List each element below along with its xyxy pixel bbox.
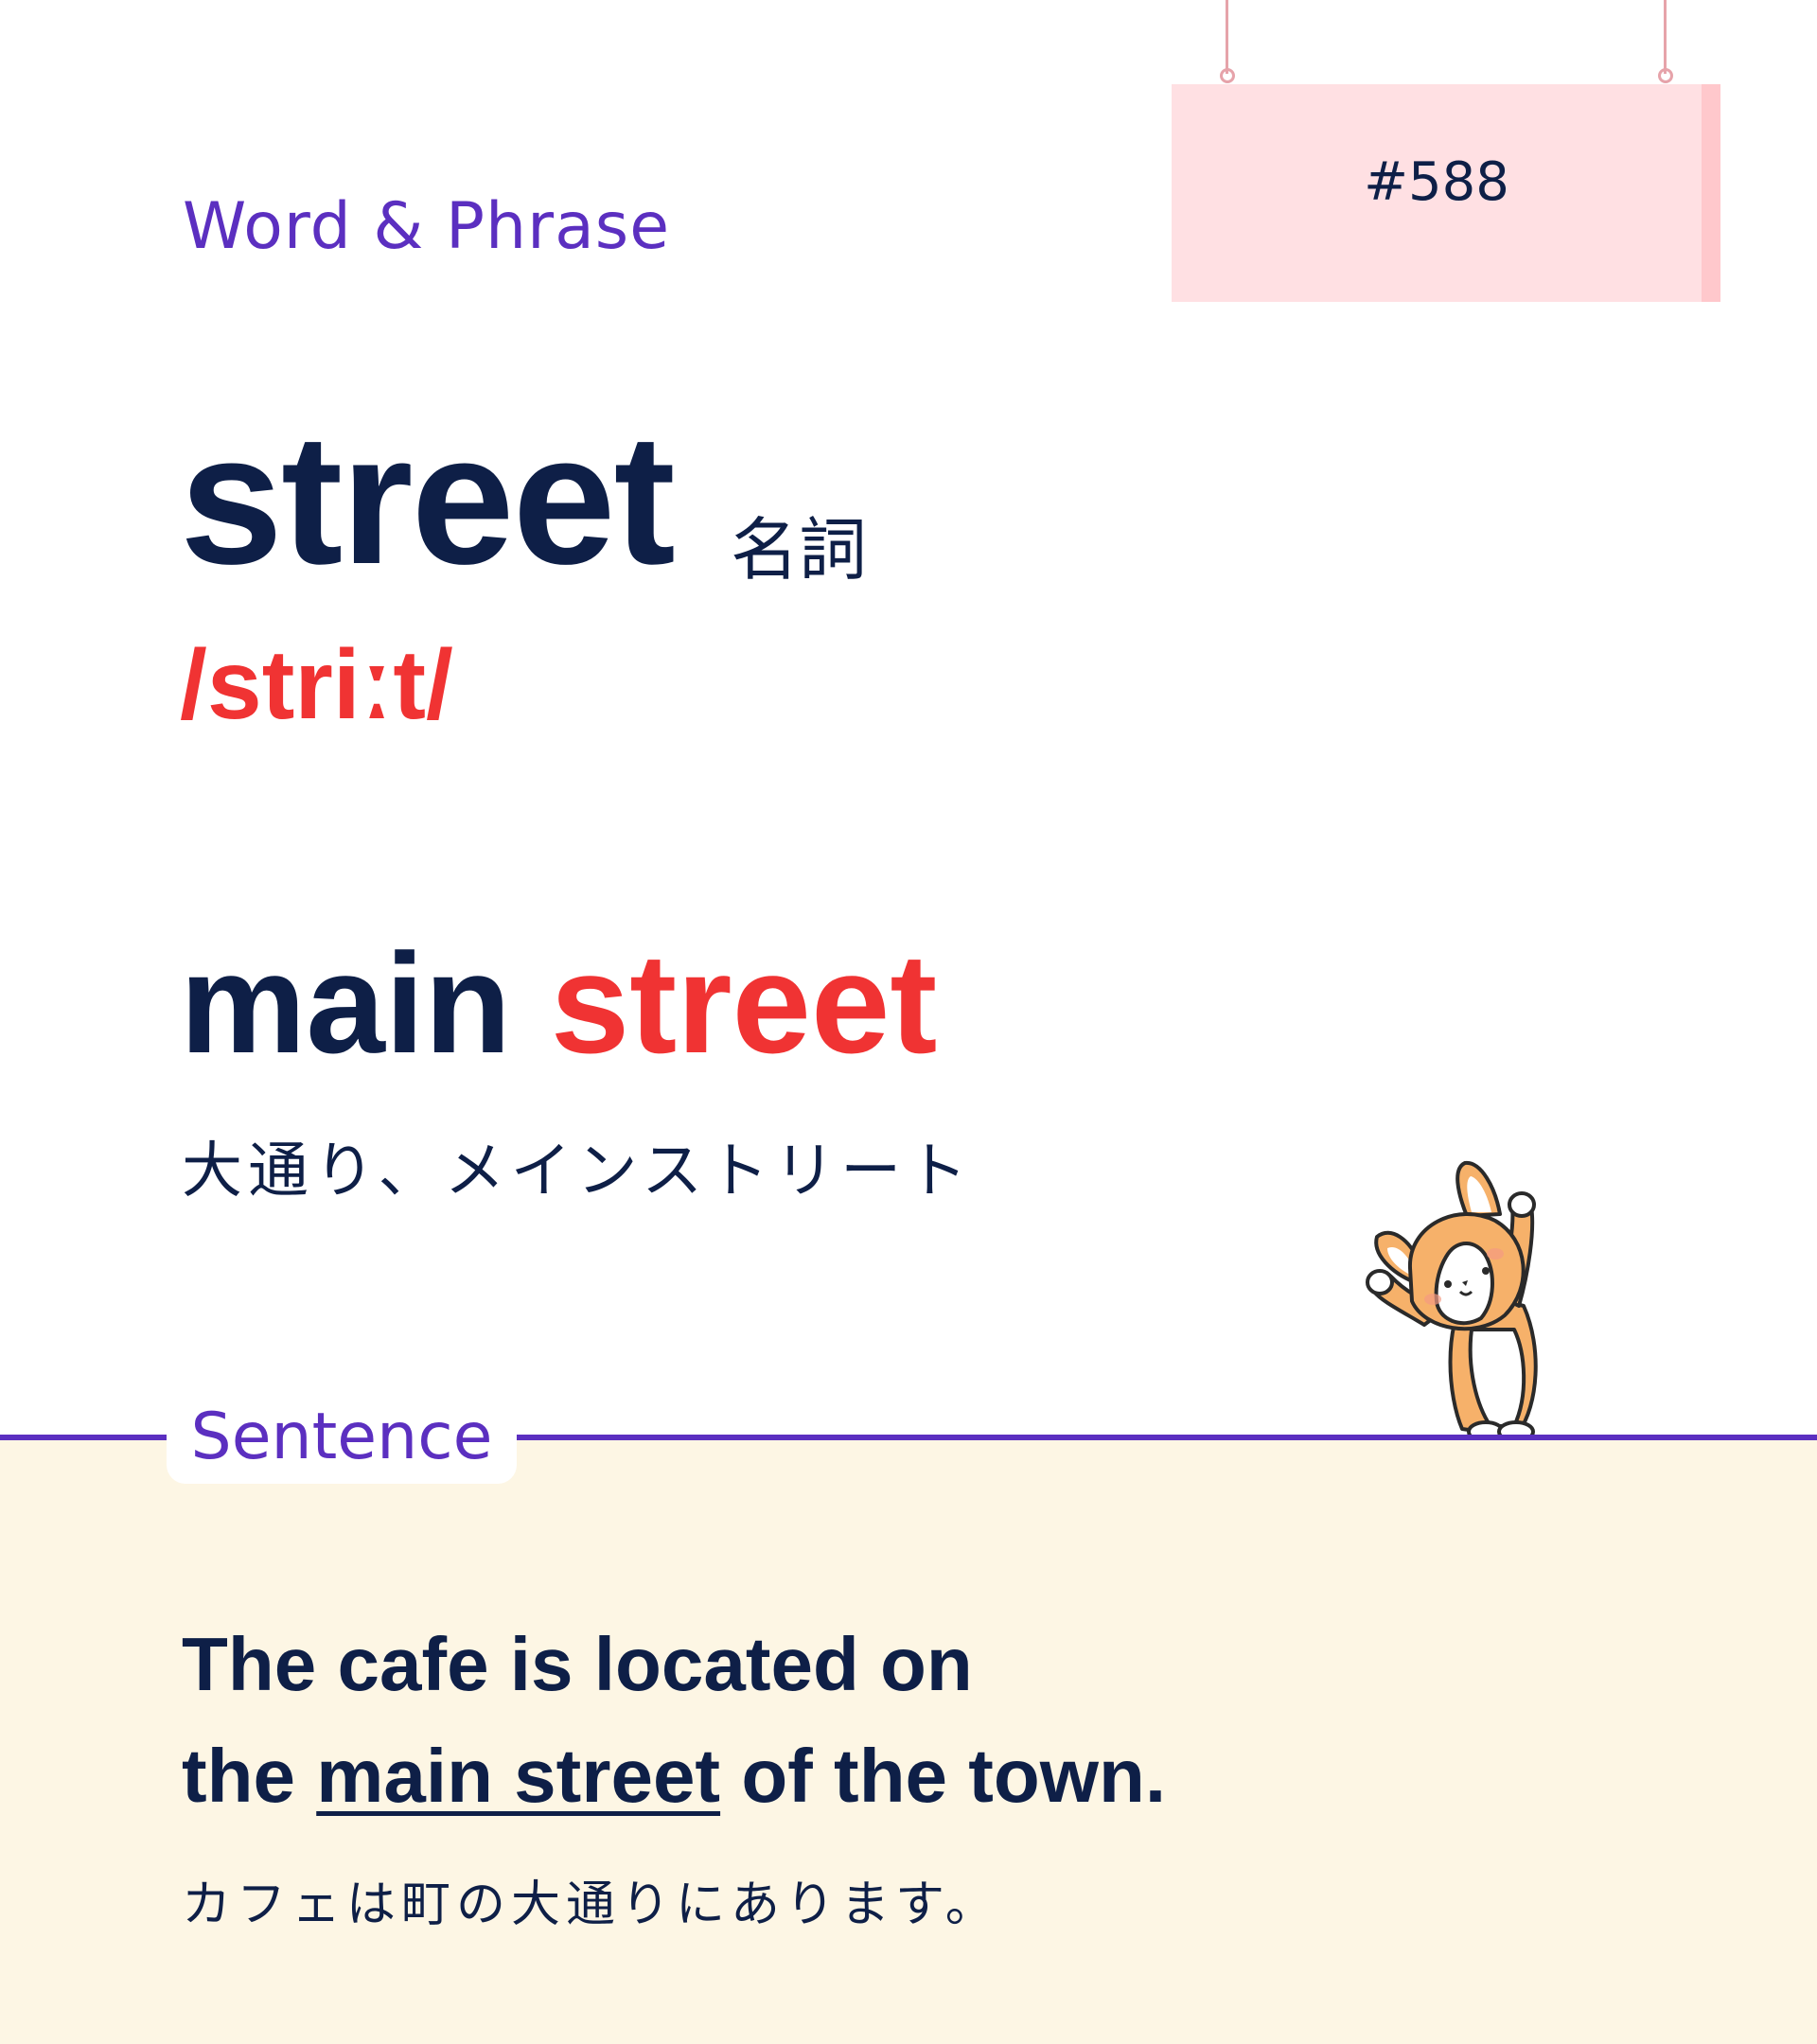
part-of-speech: 名詞	[731, 510, 868, 590]
example-sentence: The cafe is located on the main street o…	[182, 1609, 1166, 1832]
phrase-meaning: 大通り、メインストリート	[182, 1137, 974, 1207]
number-sign: #588	[1172, 0, 1722, 305]
sentence-line-1: The cafe is located on	[182, 1622, 973, 1706]
category-title: Word & Phrase	[183, 189, 671, 264]
sentence-translation: カフェは町の大通りにあります。	[182, 1877, 1000, 1933]
pronunciation: /striːt/	[180, 630, 453, 740]
sign-board: #588	[1172, 84, 1720, 302]
phrase-word-street: street	[550, 924, 938, 1083]
phrase: main street	[180, 932, 937, 1074]
section-label: Sentence	[190, 1399, 493, 1474]
card-number: #588	[1364, 150, 1509, 213]
sentence-highlight: main street	[316, 1734, 721, 1818]
headword: street	[180, 396, 676, 603]
phrase-word-main: main	[180, 924, 512, 1083]
sentence-after: of the town.	[741, 1734, 1167, 1818]
sign-string-left	[1226, 0, 1228, 74]
sign-hook-right	[1658, 68, 1673, 83]
corgi-mascot-icon	[1366, 1160, 1538, 1443]
sentence-before: the	[182, 1734, 295, 1818]
sign-hook-left	[1220, 68, 1235, 83]
sign-string-right	[1664, 0, 1667, 74]
sentence-line-2: the main street of the town.	[182, 1720, 1166, 1832]
section-tab: Sentence	[167, 1389, 517, 1484]
